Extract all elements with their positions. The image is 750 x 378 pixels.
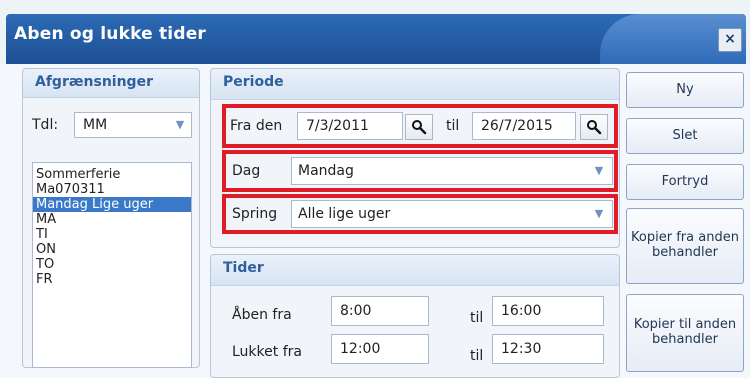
tider-title: Tider <box>223 260 264 276</box>
fra-den-label: Fra den <box>230 118 283 134</box>
chevron-down-icon[interactable]: ▼ <box>173 118 187 132</box>
afgraensninger-title: Afgrænsninger <box>35 74 153 90</box>
list-item-selected[interactable]: Mandag Lige uger <box>33 197 191 212</box>
ny-button[interactable]: Ny <box>626 72 744 108</box>
list-item[interactable]: TO <box>33 257 191 272</box>
close-button[interactable]: × <box>718 28 742 52</box>
list-item[interactable]: ON <box>33 242 191 257</box>
list-item[interactable]: Sommerferie <box>33 167 191 182</box>
aaben-fra-input[interactable]: 8:00 <box>331 296 429 326</box>
fra-date-search-button[interactable] <box>405 114 433 140</box>
lukket-fra-value: 12:00 <box>340 341 381 357</box>
list-item[interactable]: TI <box>33 227 191 242</box>
list-item[interactable]: FR <box>33 272 191 287</box>
tdl-label: Tdl: <box>32 117 59 133</box>
afgraensninger-list[interactable]: Sommerferie Ma070311 Mandag Lige uger MA… <box>32 162 192 368</box>
tdl-select[interactable]: MM ▼ <box>74 112 192 138</box>
kopier-til-button[interactable]: Kopier til anden behandler <box>626 294 744 372</box>
dag-select[interactable]: Mandag ▼ <box>291 157 613 185</box>
spring-select[interactable]: Alle lige uger ▼ <box>291 200 613 228</box>
dag-label: Dag <box>232 163 261 179</box>
lukket-fra-input[interactable]: 12:00 <box>331 334 429 364</box>
aaben-fra-value: 8:00 <box>340 303 372 319</box>
dag-value: Mandag <box>298 163 354 179</box>
til-date-input[interactable]: 26/7/2015 <box>472 112 576 140</box>
aaben-fra-label: Åben fra <box>232 307 292 323</box>
lukket-til-label: til <box>470 348 484 364</box>
spring-label: Spring <box>232 206 278 222</box>
aaben-til-value: 16:00 <box>501 303 542 319</box>
periode-title: Periode <box>223 74 284 90</box>
slet-button[interactable]: Slet <box>626 118 744 154</box>
list-item[interactable]: MA <box>33 212 191 227</box>
search-icon <box>412 120 427 135</box>
title-bar: Aben og lukke tider × <box>0 0 750 64</box>
search-icon <box>587 120 602 135</box>
spring-value: Alle lige uger <box>298 206 391 222</box>
lukket-til-input[interactable]: 12:30 <box>492 334 604 364</box>
kopier-fra-button[interactable]: Kopier fra anden behandler <box>626 208 744 284</box>
window-title: Aben og lukke tider <box>14 24 207 44</box>
lukket-fra-label: Lukket fra <box>232 344 302 360</box>
afgraensninger-header: Afgrænsninger <box>23 69 199 98</box>
til-label: til <box>446 118 460 134</box>
tdl-value: MM <box>83 117 108 133</box>
periode-header: Periode <box>211 69 619 100</box>
chevron-down-icon[interactable]: ▼ <box>592 207 606 221</box>
chevron-down-icon[interactable]: ▼ <box>592 164 606 178</box>
lukket-til-value: 12:30 <box>501 341 542 357</box>
fortryd-button[interactable]: Fortryd <box>626 164 744 200</box>
fra-date-input[interactable]: 7/3/2011 <box>297 112 403 140</box>
aaben-til-label: til <box>470 310 484 326</box>
fra-date-value: 7/3/2011 <box>306 118 369 134</box>
til-date-value: 26/7/2015 <box>481 118 553 134</box>
aaben-til-input[interactable]: 16:00 <box>492 296 604 326</box>
list-item[interactable]: Ma070311 <box>33 182 191 197</box>
tider-header: Tider <box>211 255 619 286</box>
til-date-search-button[interactable] <box>580 114 608 140</box>
